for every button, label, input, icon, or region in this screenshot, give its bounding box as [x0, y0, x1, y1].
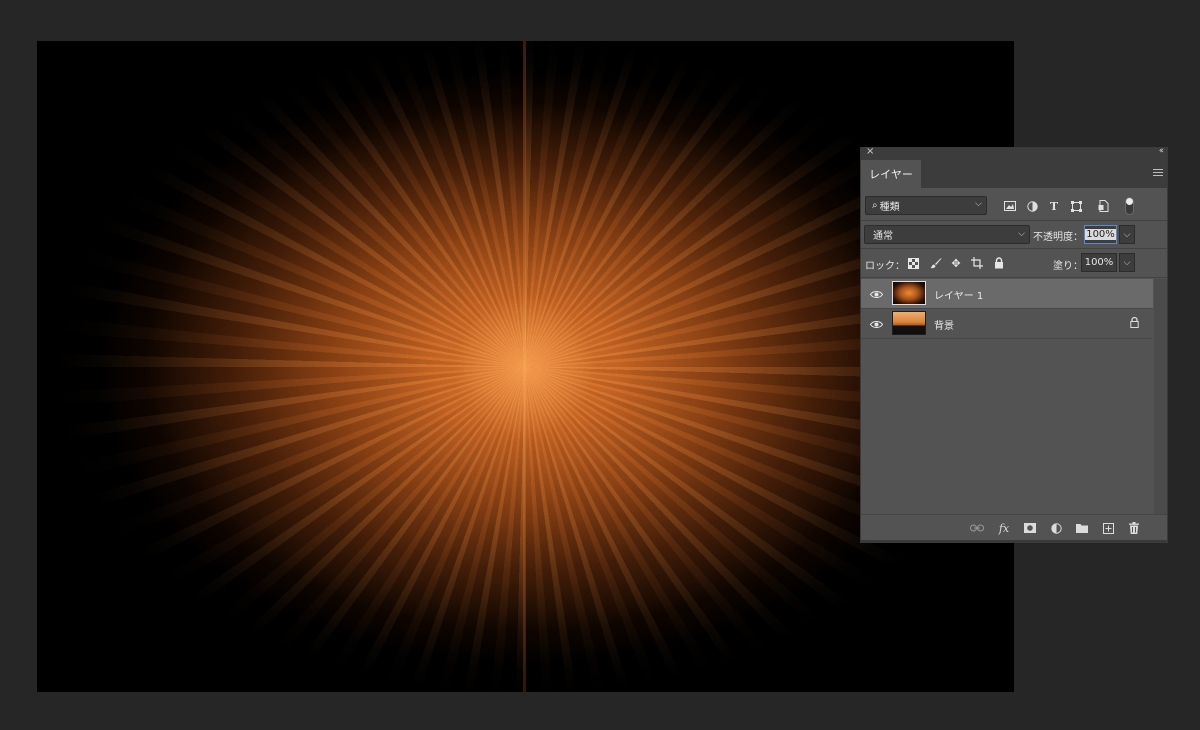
panel-tabbar: レイヤー: [861, 160, 1167, 188]
workspace: × ‹‹ レイヤー ⌕ 種類 ⌵ T 通常 ⌵ 不透明度： 100% ⌵ ロック…: [0, 0, 1200, 730]
layer-name[interactable]: 背景: [934, 317, 954, 332]
search-icon: ⌕: [872, 200, 878, 211]
lock-icon[interactable]: [992, 256, 1006, 270]
divider: [861, 277, 1167, 278]
image-filter-icon[interactable]: [1003, 199, 1017, 213]
panel-menu-icon[interactable]: [1153, 169, 1163, 178]
new-layer-icon[interactable]: [1100, 521, 1116, 535]
layers-scrollbar[interactable]: [1154, 279, 1167, 514]
lock-label: ロック：: [865, 261, 905, 272]
opacity-value: 100%: [1085, 229, 1116, 240]
chevron-down-icon: ⌵: [975, 199, 982, 209]
shape-filter-icon[interactable]: [1069, 199, 1083, 213]
smart-object-filter-icon[interactable]: [1096, 199, 1110, 213]
kind-filter-select[interactable]: ⌕ 種類 ⌵: [865, 196, 987, 215]
new-group-icon[interactable]: [1074, 521, 1090, 535]
divider: [861, 248, 1167, 249]
filter-row: ⌕ 種類 ⌵ T: [861, 194, 1167, 218]
opacity-label: 不透明度：: [1033, 232, 1083, 243]
brush-icon[interactable]: [929, 256, 943, 270]
lock-row: ロック： ✥ 塗り： 100% ⌵: [861, 252, 1167, 274]
type-filter-icon[interactable]: T: [1047, 199, 1061, 213]
chevron-down-icon: ⌵: [1018, 229, 1025, 239]
blend-mode-value: 通常: [873, 231, 893, 242]
add-mask-icon[interactable]: [1022, 521, 1038, 535]
blend-row: 通常 ⌵ 不透明度： 100% ⌵: [861, 224, 1167, 246]
lock-icon[interactable]: [1130, 316, 1139, 331]
eye-icon[interactable]: [870, 288, 883, 300]
artboard-lock-icon[interactable]: [970, 256, 984, 270]
divider: [861, 220, 1167, 221]
blend-mode-select[interactable]: 通常 ⌵: [864, 225, 1030, 244]
fill-input[interactable]: 100%: [1081, 253, 1117, 272]
adjustment-layer-icon[interactable]: [1048, 521, 1064, 535]
kind-filter-label: 種類: [879, 202, 900, 213]
layer-thumbnail: [892, 281, 926, 305]
layers-panel: × ‹‹ レイヤー ⌕ 種類 ⌵ T 通常 ⌵ 不透明度： 100% ⌵ ロック…: [860, 146, 1168, 543]
fill-label: 塗り：: [1053, 261, 1083, 272]
opacity-input[interactable]: 100%: [1084, 225, 1117, 244]
link-layers-icon[interactable]: [969, 521, 985, 535]
move-icon[interactable]: ✥: [949, 256, 963, 270]
filter-toggle[interactable]: [1125, 197, 1134, 215]
delete-layer-icon[interactable]: [1126, 521, 1142, 535]
fill-dropdown-button[interactable]: ⌵: [1119, 253, 1135, 272]
layer-thumbnail: [892, 311, 926, 335]
layer-row-background[interactable]: 背景: [861, 309, 1153, 339]
adjustment-filter-icon[interactable]: [1025, 199, 1039, 213]
lock-transparent-pixels-icon[interactable]: [906, 256, 920, 270]
close-icon[interactable]: ×: [866, 146, 874, 157]
panel-footer: fx: [861, 514, 1167, 542]
panel-bottom-edge: [861, 540, 1167, 542]
opacity-dropdown-button[interactable]: ⌵: [1119, 225, 1135, 244]
layer-row-layer-1[interactable]: レイヤー 1: [861, 279, 1153, 309]
eye-icon[interactable]: [870, 318, 883, 330]
fx-icon[interactable]: fx: [996, 521, 1012, 535]
layers-list: レイヤー 1 背景: [861, 279, 1153, 514]
panel-titlebar[interactable]: × ‹‹: [861, 146, 1167, 160]
tab-layers[interactable]: レイヤー: [861, 160, 921, 188]
collapse-icon[interactable]: ‹‹: [1159, 146, 1164, 156]
fill-value: 100%: [1084, 257, 1114, 268]
layer-name[interactable]: レイヤー 1: [934, 287, 983, 302]
